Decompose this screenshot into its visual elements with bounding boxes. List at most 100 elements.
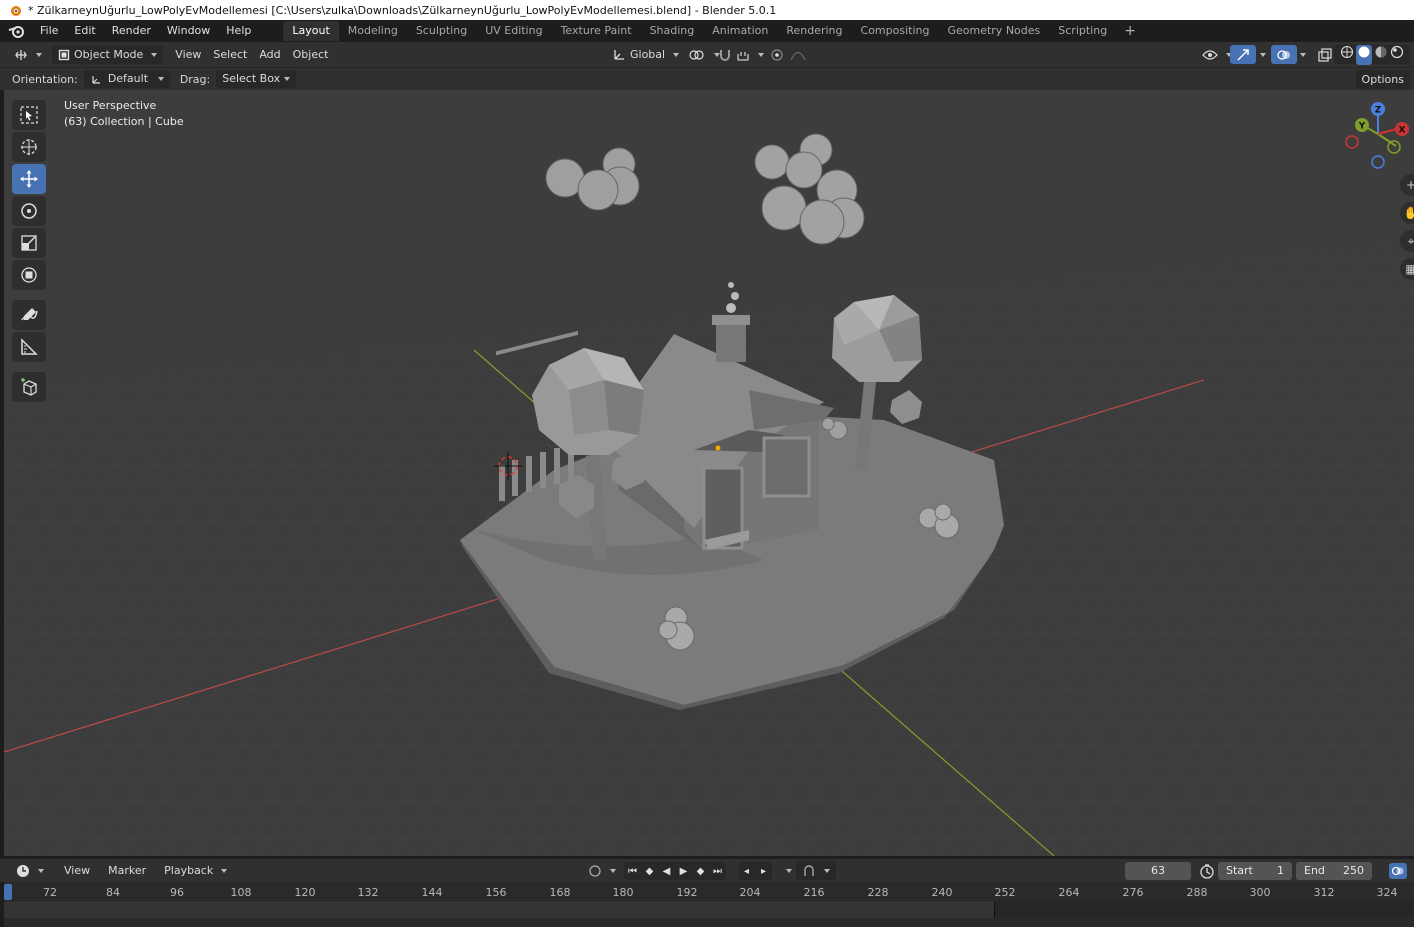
ruler-tick: 180 bbox=[612, 886, 634, 899]
viewport-scene bbox=[4, 90, 1414, 856]
next-frame-icon[interactable]: ▸ bbox=[755, 862, 772, 880]
tab-animation[interactable]: Animation bbox=[703, 21, 777, 41]
current-frame-field[interactable]: 63 bbox=[1125, 862, 1191, 880]
play-icon[interactable]: ▶ bbox=[675, 862, 692, 880]
tab-uv-editing[interactable]: UV Editing bbox=[476, 21, 551, 41]
playback-controls: ⏮ ◆ ◀ ▶ ◆ ⏭ bbox=[624, 862, 726, 880]
tab-rendering[interactable]: Rendering bbox=[777, 21, 851, 41]
timeline-overlay-icon[interactable] bbox=[1389, 863, 1407, 879]
select-box-icon bbox=[20, 106, 38, 124]
tab-shading[interactable]: Shading bbox=[641, 21, 704, 41]
keyframe-type-icon[interactable] bbox=[796, 861, 836, 880]
tab-scripting[interactable]: Scripting bbox=[1049, 21, 1116, 41]
measure-icon bbox=[21, 338, 38, 355]
gizmo-dropdown-icon[interactable] bbox=[1250, 45, 1272, 64]
select-box-tool[interactable] bbox=[12, 100, 46, 130]
menu-select[interactable]: Select bbox=[207, 45, 253, 64]
transform-tool[interactable] bbox=[12, 260, 46, 290]
timeline-ruler: 72 84 96 108 120 132 144 156 168 180 192… bbox=[4, 882, 1414, 902]
object-mode-label: Object Mode bbox=[74, 48, 144, 61]
frame-step-controls: ◂ ▸ bbox=[738, 862, 772, 880]
prev-frame-icon[interactable]: ◂ bbox=[738, 862, 755, 880]
ruler-tick: 264 bbox=[1058, 886, 1080, 899]
ruler-tick: 252 bbox=[994, 886, 1016, 899]
menu-object[interactable]: Object bbox=[287, 45, 335, 64]
add-cube-tool[interactable] bbox=[12, 372, 46, 402]
rotate-tool[interactable] bbox=[12, 196, 46, 226]
material-shading-icon[interactable] bbox=[1374, 45, 1388, 65]
move-icon bbox=[20, 170, 38, 188]
ruler-tick: 216 bbox=[803, 886, 825, 899]
tab-modeling[interactable]: Modeling bbox=[339, 21, 407, 41]
cursor-tool[interactable] bbox=[12, 132, 46, 162]
overlays-dropdown-icon[interactable] bbox=[1290, 45, 1312, 64]
tab-layout[interactable]: Layout bbox=[283, 21, 339, 41]
tab-compositing[interactable]: Compositing bbox=[852, 21, 939, 41]
timeline-menu-marker[interactable]: Marker bbox=[102, 861, 152, 880]
clock-editor-icon bbox=[17, 864, 29, 877]
blender-menu-icon[interactable] bbox=[0, 20, 32, 42]
solid-shading-icon[interactable] bbox=[1356, 44, 1372, 65]
keying-set-icon[interactable] bbox=[776, 861, 798, 880]
timeline-menu-view[interactable]: View bbox=[58, 861, 96, 880]
measure-tool[interactable] bbox=[12, 332, 46, 362]
wireframe-shading-icon[interactable] bbox=[1340, 45, 1354, 65]
timeline-body[interactable]: 72 84 96 108 120 132 144 156 168 180 192… bbox=[4, 882, 1414, 927]
move-tool[interactable] bbox=[12, 164, 46, 194]
ruler-tick: 288 bbox=[1186, 886, 1208, 899]
timeline-menu-playback[interactable]: Playback bbox=[158, 861, 233, 880]
cursor-icon bbox=[21, 139, 37, 155]
ruler-tick: 120 bbox=[294, 886, 316, 899]
timeline-track bbox=[4, 902, 994, 918]
scale-icon bbox=[21, 235, 37, 251]
menu-add[interactable]: Add bbox=[253, 45, 286, 64]
ruler-tick: 240 bbox=[931, 886, 953, 899]
menu-view[interactable]: View bbox=[169, 45, 207, 64]
falloff-icon[interactable] bbox=[784, 45, 812, 64]
tab-texture-paint[interactable]: Texture Paint bbox=[552, 21, 641, 41]
menu-render[interactable]: Render bbox=[104, 20, 159, 42]
end-frame-field[interactable]: End 250 bbox=[1296, 862, 1372, 880]
ruler-tick: 132 bbox=[357, 886, 379, 899]
transform-orientation-dropdown[interactable]: Global bbox=[606, 45, 685, 64]
orientation-value: Default bbox=[107, 72, 149, 85]
tab-sculpting[interactable]: Sculpting bbox=[407, 21, 476, 41]
jump-end-icon[interactable]: ⏭ bbox=[709, 862, 726, 880]
timeline-editor-type[interactable] bbox=[10, 861, 50, 880]
options-button[interactable]: Options bbox=[1355, 70, 1410, 89]
scale-tool[interactable] bbox=[12, 228, 46, 258]
ruler-tick: 276 bbox=[1122, 886, 1144, 899]
next-keyframe-icon[interactable]: ◆ bbox=[692, 862, 709, 880]
menu-file[interactable]: File bbox=[32, 20, 66, 42]
rotate-icon bbox=[21, 203, 37, 219]
drag-dropdown[interactable]: Select Box bbox=[216, 70, 297, 88]
end-label: End bbox=[1304, 864, 1325, 877]
tab-geometry-nodes[interactable]: Geometry Nodes bbox=[938, 21, 1049, 41]
timeline-header: View Marker Playback ⏮ ◆ ◀ ▶ ◆ ⏭ ◂ ▸ 63 … bbox=[0, 858, 1414, 882]
menu-edit[interactable]: Edit bbox=[66, 20, 103, 42]
orientation-default-icon bbox=[92, 76, 100, 84]
editor-type-icon bbox=[15, 49, 27, 60]
3d-viewport[interactable]: User Perspective (63) Collection | Cube bbox=[4, 90, 1414, 856]
editor-type-button[interactable] bbox=[8, 45, 48, 64]
transform-icon bbox=[21, 267, 37, 283]
object-mode-dropdown[interactable]: Object Mode bbox=[52, 45, 164, 64]
orientation-dropdown[interactable]: Default bbox=[83, 70, 170, 88]
start-label: Start bbox=[1226, 864, 1253, 877]
annotate-tool[interactable] bbox=[12, 300, 46, 330]
drag-value: Select Box bbox=[222, 72, 281, 85]
preview-range-icon[interactable] bbox=[1199, 863, 1215, 882]
navigation-gizmo[interactable]: Z Y X bbox=[1344, 100, 1414, 180]
play-reverse-icon[interactable]: ◀ bbox=[658, 862, 675, 880]
chimney bbox=[716, 320, 746, 362]
rendered-shading-icon[interactable] bbox=[1390, 45, 1404, 65]
ruler-tick: 84 bbox=[106, 886, 120, 899]
menu-window[interactable]: Window bbox=[159, 20, 218, 42]
jump-start-icon[interactable]: ⏮ bbox=[624, 862, 641, 880]
menu-help[interactable]: Help bbox=[218, 20, 259, 42]
prev-keyframe-icon[interactable]: ◆ bbox=[641, 862, 658, 880]
object-mode-icon bbox=[58, 49, 70, 60]
add-workspace-icon[interactable]: + bbox=[1116, 23, 1144, 39]
start-frame-field[interactable]: Start 1 bbox=[1218, 862, 1292, 880]
auto-keying-icon[interactable] bbox=[582, 861, 622, 880]
